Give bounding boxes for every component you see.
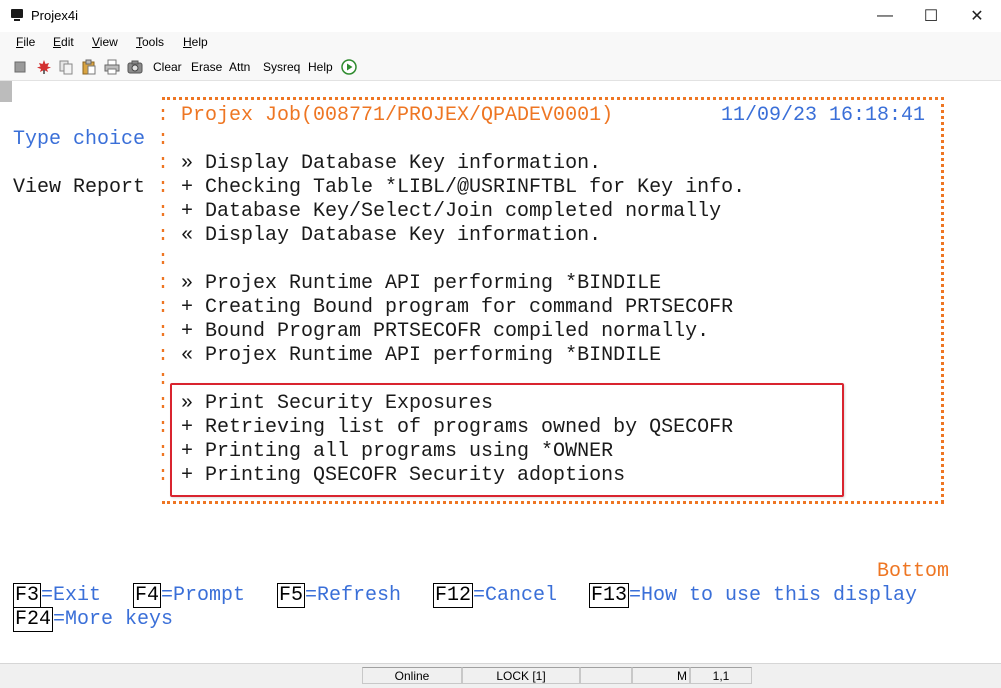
terminal-screen[interactable]: Type choice View Report : : : : : : : : … <box>0 81 1001 663</box>
clear-button[interactable]: Clear <box>153 60 182 74</box>
window-border-left: : <box>157 320 170 343</box>
message-line: « Display Database Key information. <box>181 224 602 247</box>
window-title: Projex4i <box>31 8 78 23</box>
copy-icon[interactable] <box>58 59 74 75</box>
window-border-right <box>941 97 944 503</box>
window-border-top <box>162 97 944 100</box>
minimize-button[interactable]: — <box>862 0 908 32</box>
window-job-title: Projex Job(008771/PROJEX/QPADEV0001) <box>181 104 614 127</box>
help-button[interactable]: Help <box>308 60 333 74</box>
status-mode: M <box>632 667 690 684</box>
status-connection: Online <box>362 667 462 684</box>
terminal-icon <box>11 9 23 21</box>
window-border-left: : <box>157 392 170 415</box>
window-border-left: : <box>157 440 170 463</box>
menu-edit[interactable]: Edit <box>53 35 74 49</box>
window-border-left: : <box>157 296 170 319</box>
window-border-left: : <box>157 248 170 271</box>
f13-help-key[interactable]: F13 =How to use this display <box>589 583 917 608</box>
window-border-left: : <box>157 104 170 127</box>
window-border-left: : <box>157 464 170 487</box>
message-line: + Database Key/Select/Join completed nor… <box>181 200 722 223</box>
status-lock: LOCK [1] <box>462 667 580 684</box>
more-indicator: Bottom <box>877 560 950 583</box>
close-button[interactable]: ✕ <box>954 0 1000 32</box>
camera-icon[interactable] <box>127 59 143 75</box>
window-border-left: : <box>157 344 170 367</box>
toolbar: Clear Erase Attn Sysreq Help <box>0 54 1001 81</box>
type-choice-label: Type choice <box>13 128 146 151</box>
window-border-bottom <box>162 501 944 504</box>
status-empty-cell <box>580 667 632 684</box>
f3-exit-key[interactable]: F3 =Exit <box>13 583 101 608</box>
menu-view[interactable]: View <box>92 35 118 49</box>
window-border-left: : <box>157 224 170 247</box>
attn-button[interactable]: Attn <box>229 60 250 74</box>
play-icon[interactable] <box>341 59 357 75</box>
message-line: » Projex Runtime API performing *BINDILE <box>181 272 662 295</box>
window-border-left: : <box>157 272 170 295</box>
message-line: » Display Database Key information. <box>181 152 602 175</box>
view-report-option[interactable]: View Report <box>13 176 145 200</box>
status-bar: Online LOCK [1] M 1,1 <box>0 663 1001 688</box>
datetime-display: 11/09/23 16:18:41 <box>721 104 926 127</box>
title-bar: Projex4i — ☐ ✕ <box>0 0 1001 32</box>
menu-bar: File Edit View Tools Help <box>0 32 1001 54</box>
window-border-left: : <box>157 128 170 151</box>
message-line: + Checking Table *LIBL/@USRINFTBL for Ke… <box>181 176 746 199</box>
maximize-button[interactable]: ☐ <box>908 0 954 32</box>
sysreq-button[interactable]: Sysreq <box>263 60 300 74</box>
message-line: + Creating Bound program for command PRT… <box>181 296 734 319</box>
menu-file[interactable]: File <box>16 35 35 49</box>
window-border-left: : <box>157 152 170 175</box>
window-border-left: : <box>157 368 170 391</box>
message-line: + Bound Program PRTSECOFR compiled norma… <box>181 320 710 343</box>
cursor-block <box>0 81 12 102</box>
f4-prompt-key[interactable]: F4 =Prompt <box>133 583 245 608</box>
f12-cancel-key[interactable]: F12 =Cancel <box>433 583 557 608</box>
f5-refresh-key[interactable]: F5 =Refresh <box>277 583 401 608</box>
block-icon[interactable] <box>12 59 28 75</box>
erase-button[interactable]: Erase <box>191 60 222 74</box>
window-border-left: : <box>157 200 170 223</box>
f24-more-keys[interactable]: F24 =More keys <box>13 607 173 632</box>
window-border-left: : <box>157 416 170 439</box>
leaf-icon[interactable] <box>36 59 52 75</box>
print-icon[interactable] <box>104 59 120 75</box>
status-cursor-position: 1,1 <box>690 667 752 684</box>
paste-icon[interactable] <box>81 59 97 75</box>
menu-help[interactable]: Help <box>183 35 208 49</box>
menu-tools[interactable]: Tools <box>136 35 164 49</box>
highlight-annotation-box <box>170 383 844 497</box>
window-border-left: : <box>157 176 170 199</box>
message-line: « Projex Runtime API performing *BINDILE <box>181 344 662 367</box>
